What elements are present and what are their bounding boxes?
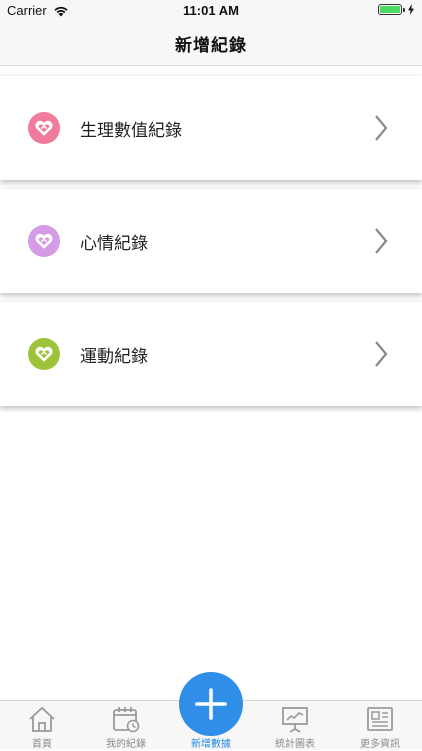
page-title: 新增紀錄: [175, 36, 247, 56]
tab-home[interactable]: 首頁: [0, 701, 84, 751]
record-card-label: 運動紀錄: [80, 346, 148, 367]
calendar-icon: [113, 707, 140, 733]
record-card-label: 心情紀錄: [80, 233, 148, 254]
battery-indicator: [378, 4, 414, 15]
presentation-chart-icon: [282, 707, 308, 733]
status-time: 11:01 AM: [183, 3, 239, 18]
tab-more-info[interactable]: 更多資訊: [338, 701, 422, 751]
record-card-physiological[interactable]: 生理數值紀錄: [0, 76, 422, 180]
tab-label: 我的紀錄: [106, 739, 146, 750]
tab-label: 首頁: [32, 739, 52, 750]
tab-statistics[interactable]: 統計圖表: [253, 701, 337, 751]
record-card-exercise[interactable]: 運動紀錄: [0, 302, 422, 406]
battery-fill: [380, 6, 400, 13]
heart-icon: [28, 112, 60, 144]
navigation-bar: 新增紀錄: [0, 22, 422, 66]
record-type-list: 生理數值紀錄 心情紀錄 運動紀錄: [0, 66, 422, 406]
tab-label: 統計圖表: [275, 739, 315, 750]
heart-icon: [28, 338, 60, 370]
record-card-label: 生理數值紀錄: [80, 120, 182, 141]
tab-label: 新增數據: [191, 739, 231, 750]
battery-icon: [378, 4, 402, 15]
newspaper-icon: [367, 707, 393, 731]
chevron-right-icon: [375, 115, 388, 141]
status-bar: Carrier 11:01 AM: [0, 0, 422, 22]
plus-icon: [195, 688, 227, 720]
record-card-mood[interactable]: 心情紀錄: [0, 189, 422, 293]
charging-bolt-icon: [408, 4, 414, 15]
tab-my-records[interactable]: 我的紀錄: [84, 701, 168, 751]
home-icon: [29, 706, 55, 732]
battery-cap: [403, 7, 405, 12]
add-data-button[interactable]: [179, 672, 243, 736]
tab-label: 更多資訊: [360, 739, 400, 750]
heart-icon: [28, 225, 60, 257]
chevron-right-icon: [375, 228, 388, 254]
chevron-right-icon: [375, 341, 388, 367]
